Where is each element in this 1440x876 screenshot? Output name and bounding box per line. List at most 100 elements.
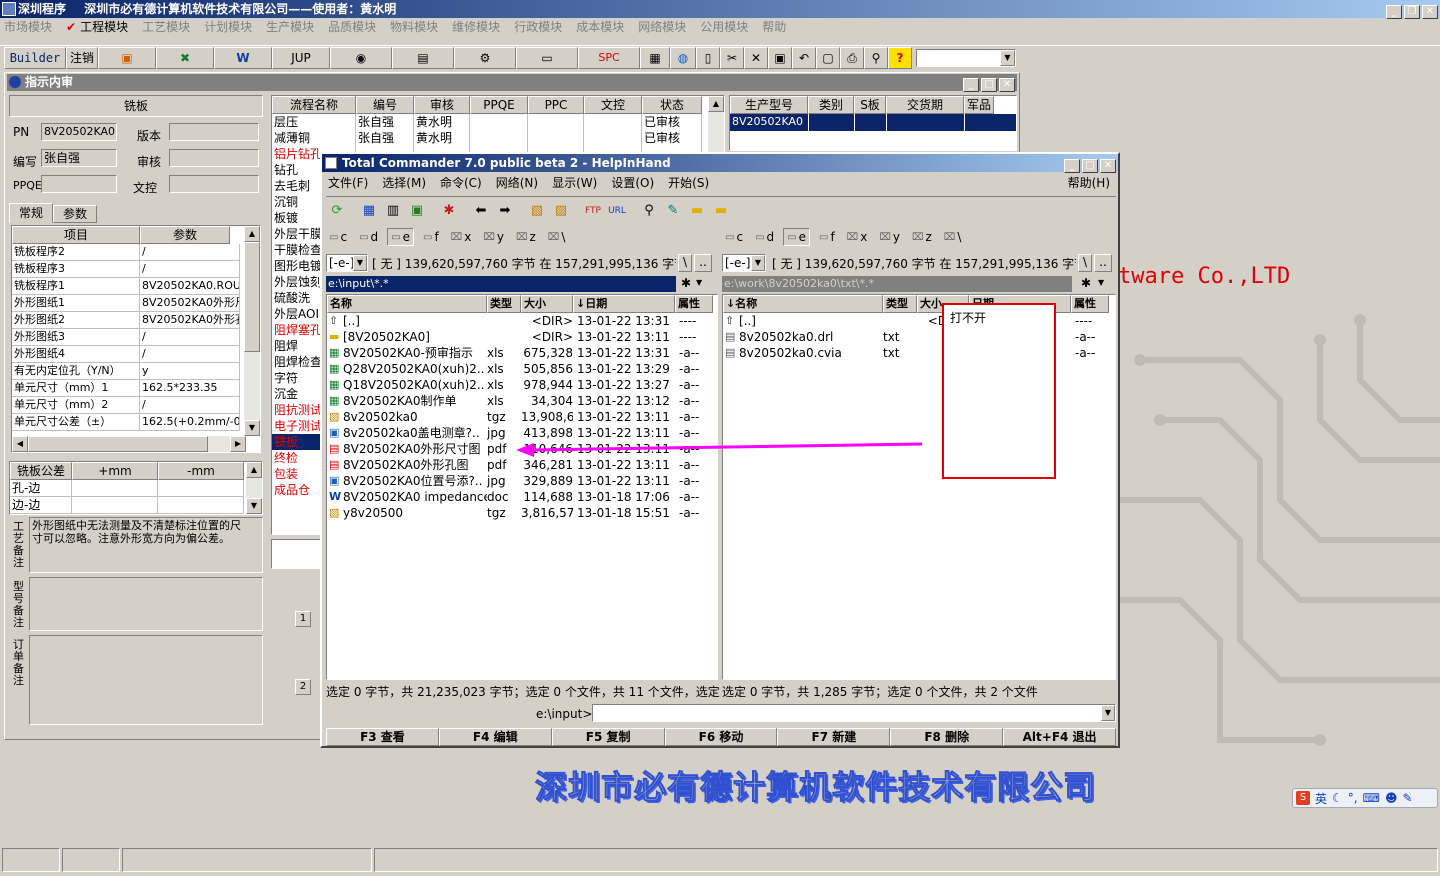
file-col-header[interactable]: 属性 xyxy=(675,295,713,313)
tol-col-plus[interactable]: +mm xyxy=(72,462,158,480)
search-icon[interactable]: ⚲ xyxy=(638,201,660,221)
tc-menu-item[interactable]: 显示(W) xyxy=(552,174,597,192)
invert-selection-icon[interactable]: ✱ xyxy=(438,201,460,221)
fkey-button[interactable]: F6 移动 xyxy=(664,728,778,746)
params-row[interactable]: 单元尺寸（mm）2/ xyxy=(12,397,260,414)
tc-menu-item[interactable]: 设置(O) xyxy=(611,174,654,192)
scroll-left-icon[interactable]: ◀ xyxy=(12,436,28,452)
params-row[interactable]: 铣板程序3/ xyxy=(12,261,260,278)
thumbnail-icon[interactable]: ▣ xyxy=(406,201,428,221)
menu-item[interactable]: 计划模块 xyxy=(204,20,252,34)
file-row[interactable]: ▧y8v20500 tgz 3,816,577 13-01-18 15:51 -a-- xyxy=(327,505,717,521)
file-row[interactable]: ▤ 8v20502ka0.cvia txt -a-- xyxy=(723,345,1115,361)
eye-icon[interactable]: ◉ xyxy=(330,46,392,69)
ftp-icon[interactable]: FTP xyxy=(582,201,604,221)
database-icon[interactable]: ▤ xyxy=(392,46,454,69)
sogou-icon[interactable]: S xyxy=(1296,791,1310,805)
close-button[interactable]: ✕ xyxy=(999,78,1015,92)
brief-view-icon[interactable]: ▦ xyxy=(358,201,380,221)
params-row[interactable]: 外形图纸3/ xyxy=(12,329,260,346)
menu-item[interactable]: 物料模块 xyxy=(390,20,438,34)
drive-button[interactable]: ▭ d xyxy=(752,228,777,246)
save-icon[interactable]: ▣ xyxy=(768,46,792,69)
flow-col-header[interactable]: 状态 xyxy=(642,96,702,114)
menu-item[interactable]: 工程模块 xyxy=(80,20,128,34)
find-icon[interactable]: ⚲ xyxy=(864,46,888,69)
folder-new-icon[interactable]: ▬ xyxy=(710,201,732,221)
minimize-button[interactable]: _ xyxy=(1064,159,1080,173)
drive-button[interactable]: ▭ c xyxy=(722,228,746,246)
product-col-header[interactable]: 军品 xyxy=(964,96,994,114)
restore-button[interactable]: ❐ xyxy=(1404,5,1420,19)
file-row[interactable]: ▦ 8V20502KA0制作单 xls 34,304 13-01-22 13:12 -a-… xyxy=(327,393,717,409)
scroll-thumb[interactable] xyxy=(244,242,260,352)
logout-button[interactable]: 注销 xyxy=(66,46,98,69)
params-col-value[interactable]: 参数 xyxy=(140,226,230,244)
drive-select-left[interactable]: [-e-] ▼ xyxy=(326,254,368,272)
scroll-down-icon[interactable]: ▼ xyxy=(246,498,262,514)
file-row[interactable]: ▦ Q28V20502KA0(xuh)2.. xls 505,856 13-01-22 … xyxy=(327,361,717,377)
computer-icon[interactable]: ▭ xyxy=(516,46,578,69)
ime-toolbar[interactable]: S 英 ☾ °, ⌨ ☻ ✎ xyxy=(1292,788,1438,808)
params-row[interactable]: 铣板程序2/ xyxy=(12,244,260,261)
file-col-header[interactable]: 大小 xyxy=(521,295,573,313)
scroll-up-icon[interactable]: ▲ xyxy=(244,226,260,242)
chevron-down-icon[interactable]: ▼ xyxy=(353,255,367,271)
ppqe-field[interactable] xyxy=(41,175,117,193)
drive-button[interactable]: ⌧ \ xyxy=(941,228,965,246)
chevron-down-icon[interactable]: ▼ xyxy=(751,255,765,271)
cmd-input[interactable]: ▼ xyxy=(592,704,1116,722)
params-row[interactable]: 外形图纸4/ xyxy=(12,346,260,363)
drive-button[interactable]: ⌧ x xyxy=(844,228,871,246)
forward-icon[interactable]: ➡ xyxy=(494,201,516,221)
file-col-header[interactable]: 类型 xyxy=(487,295,521,313)
network-icon[interactable]: ⚙ xyxy=(454,46,516,69)
root-button-right[interactable]: \ xyxy=(1078,254,1092,272)
writer-field[interactable]: 张自强 xyxy=(41,149,117,167)
file-row[interactable]: ▦ 8V20502KA0-预审指示 xls 675,328 13-01-22 13:31… xyxy=(327,345,717,361)
file-row[interactable]: W 8V20502KA0 impedance doc 114,688 13-01-18 … xyxy=(327,489,717,505)
menu-item[interactable]: 公用模块 xyxy=(700,20,748,34)
toolbar-combo[interactable]: ▼ xyxy=(916,48,1016,67)
drive-button[interactable]: ⌧ \ xyxy=(545,228,569,246)
builder-button[interactable]: Builder xyxy=(4,46,66,69)
spc-button[interactable]: SPC xyxy=(578,46,640,69)
ime-lang[interactable]: 英 xyxy=(1315,790,1327,807)
file-row[interactable]: ▦ Q18V20502KA0(xuh)2.. xls 978,944 13-01-22 … xyxy=(327,377,717,393)
maximize-button[interactable]: □ xyxy=(981,78,997,92)
flow-input[interactable] xyxy=(271,539,321,569)
refresh-icon[interactable]: ⟳ xyxy=(326,201,348,221)
print-icon[interactable]: ⎙ xyxy=(840,46,864,69)
menu-item[interactable]: 行政模块 xyxy=(514,20,562,34)
unpack-icon[interactable]: ▨ xyxy=(550,201,572,221)
model-note-field[interactable] xyxy=(29,577,263,631)
fkey-button[interactable]: F7 新建 xyxy=(777,728,891,746)
file-row[interactable]: ▤8v20502ka0.drltxt1-a-- xyxy=(723,329,1115,345)
tc-menu-item[interactable]: 网络(N) xyxy=(496,174,538,192)
doc-field[interactable] xyxy=(169,175,259,193)
menu-item[interactable]: 维修模块 xyxy=(452,20,500,34)
preview-icon[interactable]: ▢ xyxy=(816,46,840,69)
menu-item[interactable]: 工艺模块 xyxy=(142,20,190,34)
excel-icon[interactable]: ✖ xyxy=(156,46,214,69)
history-right-down[interactable]: ▼ xyxy=(1098,278,1104,287)
moon-icon[interactable]: ☾ xyxy=(1332,791,1343,805)
drive-button[interactable]: ⌧ z xyxy=(909,228,935,246)
minimize-button[interactable]: _ xyxy=(1386,5,1402,19)
tol-row[interactable]: 边-边 xyxy=(10,497,262,514)
file-col-header[interactable]: ↓名称 xyxy=(723,295,883,313)
url-icon[interactable]: URL xyxy=(606,201,628,221)
tc-menu-item[interactable]: 开始(S) xyxy=(668,174,709,192)
keyboard-icon[interactable]: ⌨ xyxy=(1363,791,1380,805)
fkey-button[interactable]: Alt+F4 退出 xyxy=(1003,728,1117,746)
product-col-header[interactable]: 类别 xyxy=(808,96,854,114)
flow-row[interactable]: 层压 张自强 黄水明 已审核 xyxy=(272,114,724,130)
product-col-header[interactable]: 生产型号 xyxy=(730,96,808,114)
flow-col-header[interactable]: 文控 xyxy=(584,96,642,114)
menu-item[interactable]: 帮助 xyxy=(762,20,786,34)
params-row[interactable]: 外形图纸2 8V20502KA0外形孔 xyxy=(12,312,260,329)
close-button[interactable]: ✕ xyxy=(1422,5,1438,19)
rename-icon[interactable]: ✎ xyxy=(662,201,684,221)
tol-row[interactable]: 孔-边 xyxy=(10,480,262,497)
review-field[interactable] xyxy=(169,149,259,167)
